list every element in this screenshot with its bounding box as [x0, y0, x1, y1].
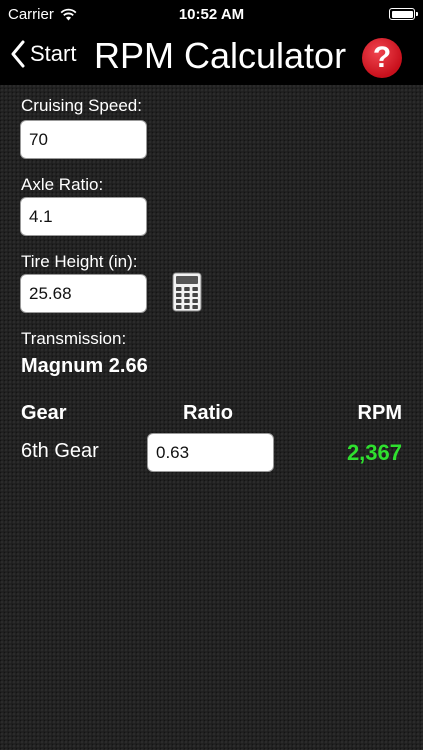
tire-height-label: Tire Height (in):: [21, 252, 138, 271]
back-label: Start: [30, 41, 77, 66]
help-button[interactable]: ?: [362, 38, 402, 78]
cruising-speed-label: Cruising Speed:: [21, 96, 142, 115]
battery-level: [391, 10, 413, 18]
status-bar: Carrier 10:52 AM: [0, 0, 423, 30]
tire-height-input[interactable]: [20, 274, 147, 313]
question-mark-icon: ?: [372, 41, 392, 74]
rpm-column-header: RPM: [357, 402, 402, 424]
cruising-speed-input[interactable]: [20, 120, 147, 159]
nav-bar: Start RPM Calculator ?: [0, 30, 423, 85]
axle-ratio-input[interactable]: [20, 197, 147, 236]
battery-icon: [389, 8, 418, 20]
back-button[interactable]: Start: [10, 40, 76, 68]
transmission-label: Transmission:: [21, 329, 127, 348]
transmission-value[interactable]: Magnum 2.66: [21, 355, 148, 378]
ratio-column-header: Ratio: [183, 402, 233, 424]
calculator-icon[interactable]: [172, 272, 202, 312]
rpm-value: 2,367: [346, 440, 402, 465]
chevron-left-icon: [11, 40, 25, 68]
gear-column-header: Gear: [21, 402, 67, 424]
gear-name: 6th Gear: [21, 440, 99, 462]
status-time: 10:52 AM: [178, 6, 245, 23]
page-title: RPM Calculator: [94, 35, 347, 76]
gear-ratio-input[interactable]: [147, 433, 274, 472]
axle-ratio-label: Axle Ratio:: [21, 175, 104, 194]
